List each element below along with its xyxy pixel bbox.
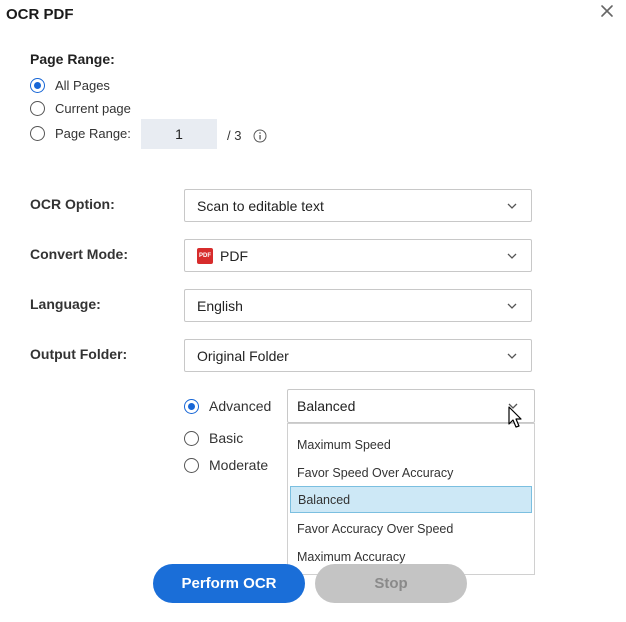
accuracy-value: Balanced [297,398,356,414]
convert-mode-select[interactable]: PDF PDF [184,239,532,272]
dialog-title: OCR PDF [6,6,74,23]
radio-current-page-label: Current page [55,101,131,116]
radio-indicator[interactable] [30,78,45,93]
radio-current-page[interactable]: Current page [30,101,131,116]
info-icon[interactable] [253,129,267,143]
page-range-input[interactable]: 1 [141,119,217,149]
radio-advanced[interactable]: Advanced [184,398,271,414]
radio-indicator[interactable] [30,126,45,141]
radio-page-range-label: Page Range: [55,126,131,141]
pdf-icon: PDF [197,247,213,264]
language-label: Language: [30,296,101,312]
convert-mode-label: Convert Mode: [30,246,128,262]
radio-all-pages-label: All Pages [55,78,110,93]
chevron-down-icon [507,253,517,259]
stop-button[interactable]: Stop [315,564,467,603]
language-select[interactable]: English [184,289,532,322]
output-folder-value: Original Folder [197,347,289,364]
perform-ocr-button[interactable]: Perform OCR [153,564,305,603]
accuracy-select[interactable]: Balanced [287,389,535,423]
chevron-down-icon [507,353,517,359]
convert-mode-value: PDF [220,247,248,264]
ocr-option-select[interactable]: Scan to editable text [184,189,532,222]
radio-basic[interactable]: Basic [184,430,243,446]
ocr-option-label: OCR Option: [30,196,115,212]
language-value: English [197,297,243,314]
radio-indicator[interactable] [184,398,199,414]
page-range-heading: Page Range: [30,51,115,67]
radio-moderate-label: Moderate [209,457,269,473]
accuracy-option-favor-speed[interactable]: Favor Speed Over Accuracy [290,459,532,486]
accuracy-option-balanced[interactable]: Balanced [290,486,532,513]
close-icon[interactable] [598,2,616,20]
page-total: / 3 [227,128,242,143]
radio-page-range[interactable]: Page Range: [30,126,131,141]
accuracy-dropdown-menu: Maximum Speed Favor Speed Over Accuracy … [287,423,535,575]
radio-indicator[interactable] [184,457,199,473]
radio-all-pages[interactable]: All Pages [30,78,110,93]
radio-advanced-label: Advanced [209,398,272,414]
radio-moderate[interactable]: Moderate [184,457,268,473]
ocr-option-value: Scan to editable text [197,197,324,214]
chevron-down-icon [507,303,517,309]
radio-indicator[interactable] [184,430,199,446]
accuracy-option-maximum-speed[interactable]: Maximum Speed [290,431,532,458]
accuracy-option-favor-accuracy[interactable]: Favor Accuracy Over Speed [290,515,532,542]
radio-basic-label: Basic [209,430,244,446]
output-folder-select[interactable]: Original Folder [184,339,532,372]
chevron-down-icon [507,203,517,209]
output-folder-label: Output Folder: [30,346,128,362]
mouse-cursor-icon [508,406,522,428]
radio-indicator[interactable] [30,101,45,116]
